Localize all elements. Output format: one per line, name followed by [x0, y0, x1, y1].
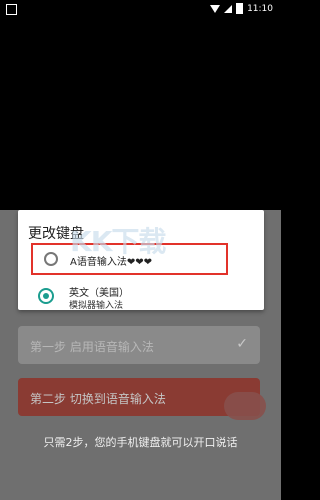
hand-pointer-icon	[224, 392, 266, 420]
check-icon: ✓	[236, 336, 248, 352]
watermark: KK下载	[70, 225, 166, 258]
wifi-icon	[210, 4, 221, 13]
app-header-area	[0, 18, 281, 210]
signal-icon	[224, 4, 233, 13]
keyboard-option-english-label: 英文（美国）	[69, 288, 129, 299]
keyboard-option-english-desc: 模拟器输入法	[69, 301, 124, 311]
battery-icon	[236, 3, 244, 14]
instruction-text: 只需2步，您的手机键盘就可以开口说话	[43, 436, 238, 449]
step-1-label: 第一步 启用语音输入法	[30, 340, 154, 354]
radio-unselected-icon[interactable]	[44, 252, 58, 266]
status-time: 11:10	[247, 3, 273, 14]
radio-selected-icon[interactable]	[38, 288, 54, 304]
step-1-button[interactable]: 第一步 启用语音输入法 ✓	[18, 326, 260, 364]
status-icons: 11:10	[210, 3, 273, 14]
keyboard-option-english[interactable]: 英文（美国） 模拟器输入法	[28, 282, 253, 314]
step-2-label: 第二步 切换到语音输入法	[30, 392, 166, 406]
notification-icon	[6, 4, 17, 15]
status-bar: 11:10	[0, 0, 281, 18]
